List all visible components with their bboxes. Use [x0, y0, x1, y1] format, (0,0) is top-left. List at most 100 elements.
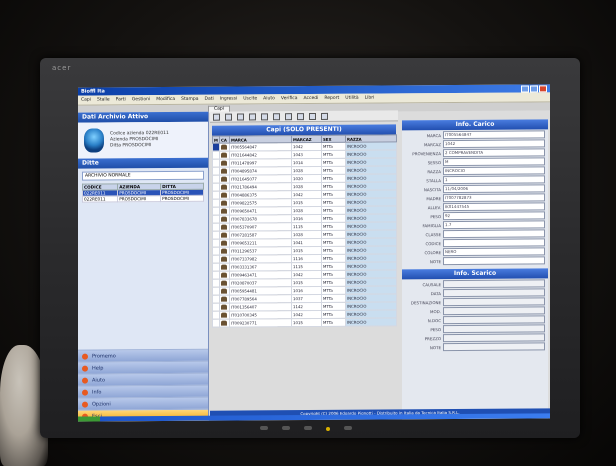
menu-item[interactable]: Parti: [116, 97, 126, 102]
archive-logo-icon: [84, 128, 104, 153]
menu-item[interactable]: Capi: [81, 98, 91, 103]
power-button[interactable]: [344, 426, 352, 430]
field-input[interactable]: [443, 324, 545, 334]
field-input[interactable]: INCROCIO: [443, 166, 545, 176]
table-cell: 1042: [291, 270, 322, 279]
nav-opzioni[interactable]: Opzioni: [78, 396, 208, 410]
last-record-icon[interactable]: [249, 112, 256, 120]
table-cell: [219, 143, 230, 152]
field-input[interactable]: [443, 342, 545, 352]
table-cell: MTTa: [321, 254, 346, 263]
toolbar: [210, 110, 398, 123]
field-input[interactable]: [443, 229, 545, 239]
field-input[interactable]: [443, 279, 545, 289]
start-button[interactable]: [78, 416, 100, 422]
field-input[interactable]: 1042: [443, 139, 545, 149]
field-input[interactable]: 2 COMPRAVENDITA: [443, 148, 545, 158]
cow-icon: [221, 152, 227, 158]
first-record-icon[interactable]: [213, 113, 220, 121]
menu-item[interactable]: Gestioni: [132, 97, 150, 102]
form-field: FAMIGLIA 1.7: [405, 220, 545, 230]
field-input[interactable]: [443, 333, 545, 343]
field-input[interactable]: IT005564847: [443, 130, 545, 140]
table-cell: [212, 175, 220, 184]
prev-record-icon[interactable]: [225, 113, 232, 121]
menu-item[interactable]: Aiuto: [263, 96, 275, 101]
nav-info[interactable]: Info: [78, 384, 208, 398]
field-input[interactable]: 1.7: [443, 220, 545, 230]
add-record-icon[interactable]: [261, 112, 268, 120]
note-icon: [82, 353, 88, 360]
monitor-brand-logo: acer: [52, 64, 72, 72]
delete-record-icon[interactable]: [273, 112, 280, 120]
table-row[interactable]: 022RE011 PROSDOCIMI PROSDOCIMI: [82, 195, 204, 203]
nav-help[interactable]: Help: [78, 360, 208, 374]
table-cell: 1115: [291, 262, 322, 271]
next-record-icon[interactable]: [237, 112, 244, 121]
table-cell: 1037: [291, 294, 322, 303]
table-cell: MTTa: [321, 190, 346, 199]
table-row[interactable]: IT009230771 1015 MTTa INCROCIO: [212, 317, 397, 328]
table-cell: 1042: [291, 142, 322, 151]
help-icon: [82, 365, 88, 372]
table-cell: 1016: [291, 214, 322, 223]
field-label: NASCITA: [423, 186, 441, 192]
field-input[interactable]: 92: [443, 211, 545, 221]
print-icon[interactable]: [321, 112, 328, 120]
field-label: COLORE: [424, 249, 441, 255]
nav-aiuto[interactable]: Aiuto: [78, 372, 208, 386]
menu-item[interactable]: Stampa: [181, 97, 198, 102]
field-label: STALLA: [426, 177, 441, 183]
cow-icon: [221, 160, 227, 166]
field-input[interactable]: NERO: [443, 247, 545, 257]
field-input[interactable]: IT007782873: [443, 193, 545, 203]
monitor-button[interactable]: [260, 426, 268, 430]
menu-item[interactable]: Libri: [365, 96, 375, 101]
monitor-button[interactable]: [304, 426, 312, 430]
menu-item[interactable]: Utilità: [345, 96, 358, 101]
field-input[interactable]: [443, 297, 545, 307]
form-field: MOD.: [405, 306, 545, 316]
field-input[interactable]: [443, 315, 545, 325]
monitor-button[interactable]: [282, 426, 290, 430]
menu-item[interactable]: Dati: [205, 97, 214, 102]
table-cell: MTTa: [321, 158, 346, 167]
menu-item[interactable]: Verifica: [281, 96, 298, 101]
monitor-controls: [260, 426, 400, 434]
menu-item[interactable]: Stalle: [97, 97, 110, 102]
field-input[interactable]: [443, 306, 545, 316]
field-input[interactable]: IK01447545: [443, 202, 545, 212]
close-button[interactable]: [539, 84, 547, 92]
field-input[interactable]: 1: [443, 175, 545, 185]
field-input[interactable]: [443, 238, 545, 248]
filter-icon[interactable]: [309, 112, 316, 120]
minimize-button[interactable]: [521, 84, 529, 93]
field-input[interactable]: [443, 256, 545, 266]
field-input[interactable]: [443, 288, 545, 298]
table-cell: [219, 255, 230, 264]
cow-icon: [221, 208, 227, 214]
nav-promemo[interactable]: Promemo: [78, 348, 208, 362]
menu-item[interactable]: Accedi: [304, 96, 319, 101]
field-label: DATA: [430, 290, 441, 296]
form-field: CAUSALE: [405, 279, 545, 289]
table-cell: [212, 159, 220, 168]
field-input[interactable]: 11/04/2006: [443, 184, 545, 194]
search-icon[interactable]: [297, 112, 304, 120]
menu-item[interactable]: Uscite: [243, 96, 257, 101]
table-cell: [212, 279, 220, 288]
archive-select[interactable]: ARCHIVIO NORMALE: [82, 170, 204, 181]
field-input[interactable]: M: [443, 157, 545, 167]
table-cell: 1015: [291, 198, 322, 207]
maximize-button[interactable]: [530, 84, 538, 92]
table-cell: MTTa: [321, 174, 346, 183]
column-header[interactable]: M: [212, 136, 220, 144]
menu-item[interactable]: Modifica: [156, 97, 175, 102]
menu-item[interactable]: Report: [324, 96, 339, 101]
window-title: Bioffl Ita: [81, 88, 105, 95]
edit-record-icon[interactable]: [285, 112, 292, 120]
nav-label: Promemo: [92, 352, 116, 360]
table-cell: [212, 191, 220, 200]
menu-item[interactable]: Ingressi: [220, 97, 238, 102]
form-field: COLORE NERO: [405, 247, 545, 257]
